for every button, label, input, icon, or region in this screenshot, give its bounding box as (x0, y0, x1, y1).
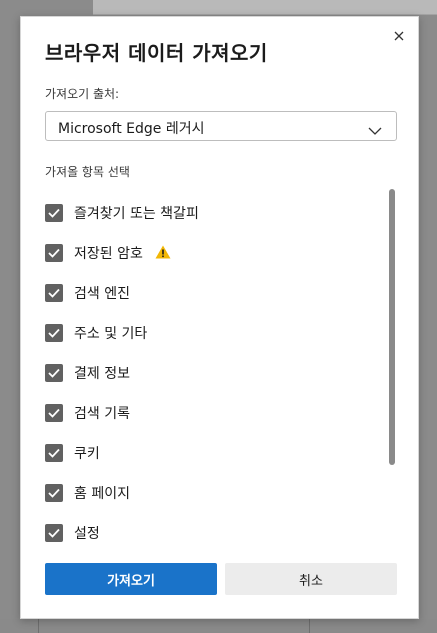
checkmark-icon (48, 328, 60, 338)
import-browser-data-dialog: 브라우저 데이터 가져오기 가져오기 출처: Microsoft Edge 레거… (20, 16, 419, 619)
close-icon (390, 27, 408, 45)
import-item-row[interactable]: 주소 및 기타 (45, 313, 375, 353)
import-item-row[interactable]: 결제 정보 (45, 353, 375, 393)
dialog-title: 브라우저 데이터 가져오기 (45, 41, 268, 65)
import-item-row[interactable]: 즐겨찾기 또는 책갈피 (45, 193, 375, 233)
background-divider (309, 619, 310, 633)
import-item-label: 검색 엔진 (74, 286, 130, 302)
background-divider (38, 619, 39, 633)
checkbox[interactable] (45, 444, 63, 462)
background-window-edge (93, 0, 437, 15)
source-select-value: Microsoft Edge 레거시 (58, 121, 205, 137)
import-items-list: 즐겨찾기 또는 책갈피저장된 암호검색 엔진주소 및 기타결제 정보검색 기록쿠… (45, 193, 375, 553)
import-item-row[interactable]: 설정 (45, 513, 375, 553)
import-item-label: 홈 페이지 (74, 486, 130, 502)
checkmark-icon (48, 448, 60, 458)
checkbox[interactable] (45, 484, 63, 502)
checkmark-icon (48, 368, 60, 378)
items-label: 가져올 항목 선택 (45, 165, 130, 179)
close-button[interactable] (390, 27, 408, 45)
import-item-row[interactable]: 홈 페이지 (45, 473, 375, 513)
checkbox[interactable] (45, 364, 63, 382)
import-item-row[interactable]: 검색 엔진 (45, 273, 375, 313)
checkmark-icon (48, 288, 60, 298)
checkbox[interactable] (45, 324, 63, 342)
checkmark-icon (48, 488, 60, 498)
checkbox[interactable] (45, 244, 63, 262)
checkbox[interactable] (45, 204, 63, 222)
checkbox[interactable] (45, 284, 63, 302)
checkmark-icon (48, 208, 60, 218)
background-taskbar (0, 619, 437, 633)
warning-icon (155, 244, 171, 263)
import-item-label: 검색 기록 (74, 406, 130, 422)
checkmark-icon (48, 408, 60, 418)
import-item-row[interactable]: 저장된 암호 (45, 233, 375, 273)
import-item-label: 즐겨찾기 또는 책갈피 (74, 206, 199, 222)
cancel-button[interactable]: 취소 (225, 563, 397, 595)
checkmark-icon (48, 248, 60, 258)
chevron-down-icon (368, 121, 382, 140)
checkmark-icon (48, 528, 60, 538)
import-item-label: 쿠키 (74, 446, 100, 462)
checkbox[interactable] (45, 404, 63, 422)
scrollbar[interactable] (389, 189, 395, 465)
import-item-label: 주소 및 기타 (74, 326, 148, 342)
source-label: 가져오기 출처: (45, 87, 120, 101)
import-item-row[interactable]: 검색 기록 (45, 393, 375, 433)
import-item-label: 저장된 암호 (74, 246, 143, 262)
source-select[interactable]: Microsoft Edge 레거시 (45, 111, 397, 141)
import-item-label: 설정 (74, 526, 100, 542)
checkbox[interactable] (45, 524, 63, 542)
import-item-row[interactable]: 쿠키 (45, 433, 375, 473)
import-button[interactable]: 가져오기 (45, 563, 217, 595)
import-item-label: 결제 정보 (74, 366, 130, 382)
